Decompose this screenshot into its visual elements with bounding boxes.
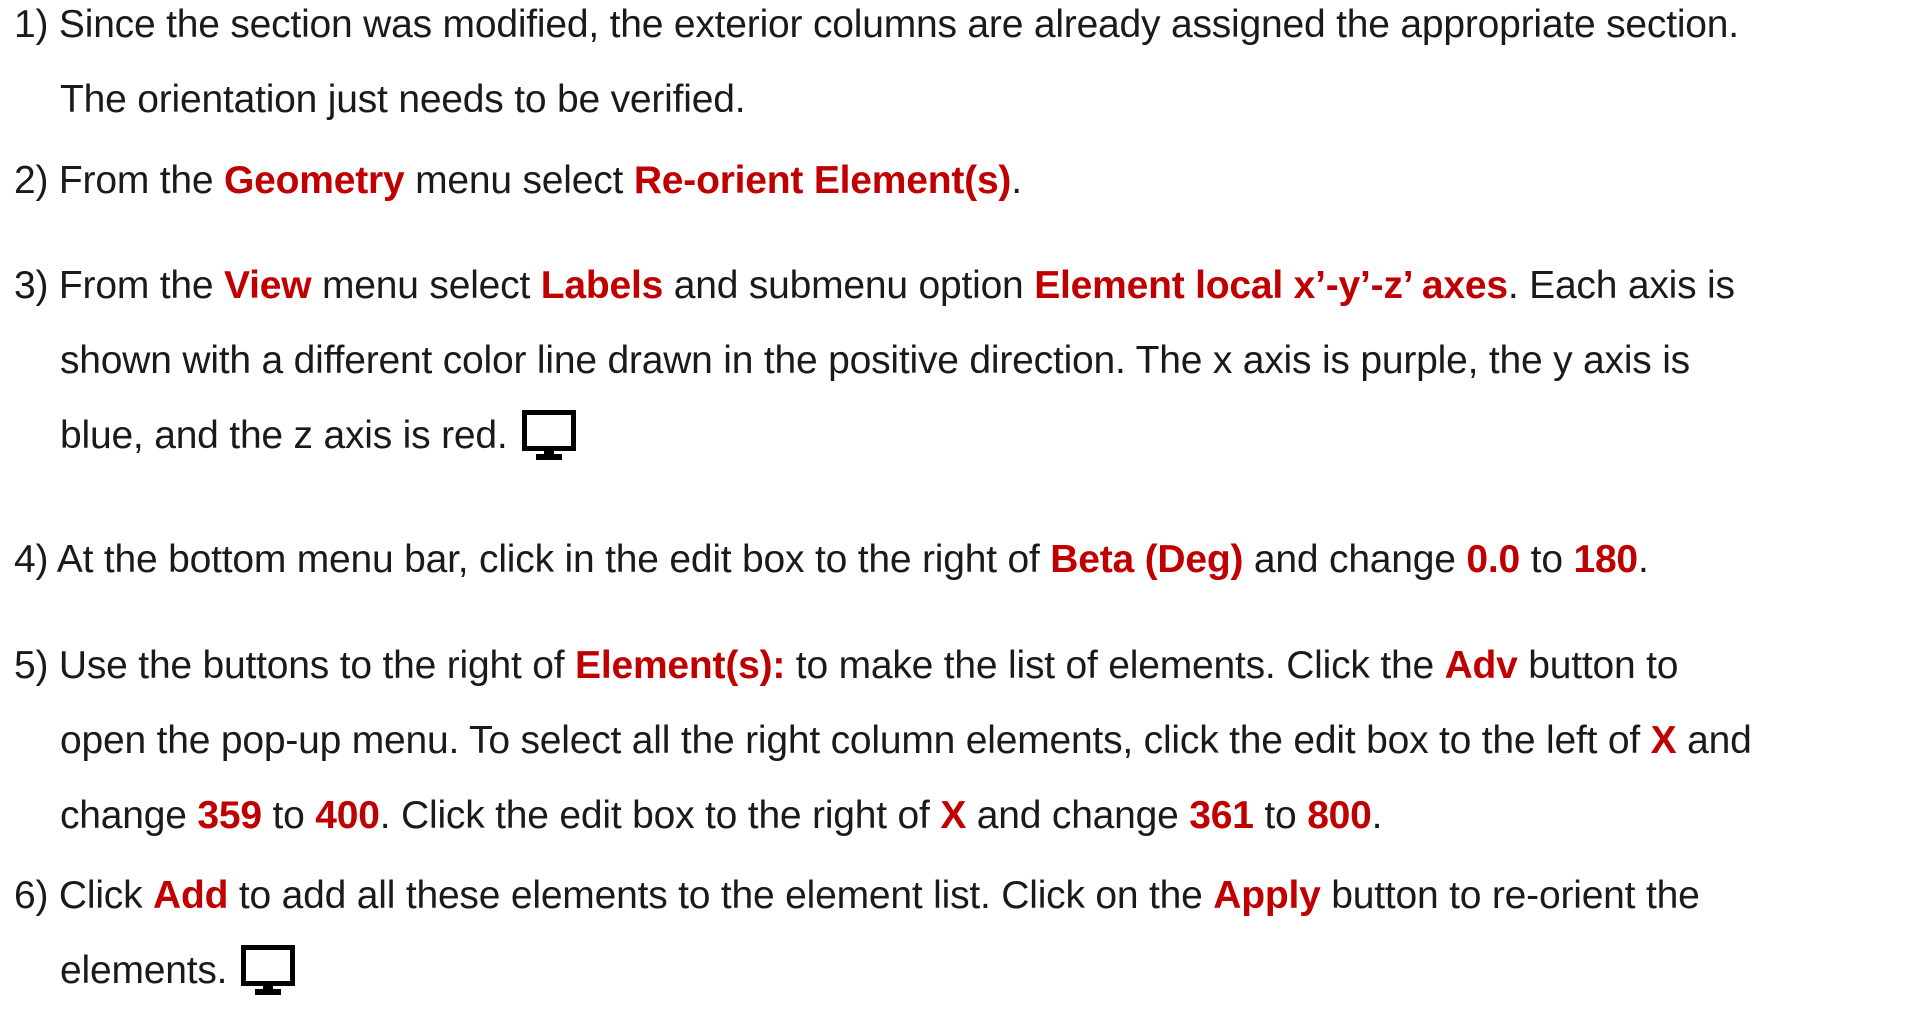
step-3: 3) From the View menu select Labels and … bbox=[14, 248, 1894, 473]
highlighted-term: 180 bbox=[1573, 538, 1638, 581]
step-text: change bbox=[60, 794, 198, 837]
highlighted-term: X bbox=[940, 794, 967, 837]
step-line: 6) Click Add to add all these elements t… bbox=[14, 858, 1894, 933]
step-text: and submenu option bbox=[663, 264, 1035, 307]
step-text: to bbox=[1520, 538, 1574, 581]
step-5: 5) Use the buttons to the right of Eleme… bbox=[14, 628, 1894, 853]
highlighted-term: X bbox=[1650, 719, 1677, 762]
step-text: The orientation just needs to be verifie… bbox=[60, 78, 746, 121]
step-text: elements. bbox=[60, 949, 228, 992]
highlighted-term: View bbox=[224, 264, 312, 307]
highlighted-term: Beta (Deg) bbox=[1050, 538, 1244, 581]
step-text: shown with a different color line drawn … bbox=[60, 339, 1690, 382]
highlighted-term: 400 bbox=[315, 794, 380, 837]
highlighted-term: 0.0 bbox=[1466, 538, 1521, 581]
highlighted-term: Apply bbox=[1213, 874, 1321, 917]
step-6: 6) Click Add to add all these elements t… bbox=[14, 858, 1894, 1008]
step-line: 1) Since the section was modified, the e… bbox=[14, 0, 1894, 62]
step-text: to bbox=[261, 794, 316, 837]
monitor-icon[interactable] bbox=[521, 410, 576, 462]
step-line: elements. bbox=[14, 933, 1894, 1008]
step-text: . bbox=[1011, 159, 1022, 202]
monitor-icon[interactable] bbox=[241, 945, 296, 997]
step-text: 1) Since the section was modified, the e… bbox=[14, 3, 1739, 46]
step-text: and bbox=[1676, 719, 1752, 762]
highlighted-term: 359 bbox=[197, 794, 262, 837]
step-text: . Each axis is bbox=[1507, 264, 1735, 307]
step-text: and change bbox=[1243, 538, 1467, 581]
highlighted-term: Geometry bbox=[224, 159, 405, 202]
step-text: blue, and the z axis is red. bbox=[60, 414, 508, 457]
step-line: 5) Use the buttons to the right of Eleme… bbox=[14, 628, 1894, 703]
step-line: change 359 to 400. Click the edit box to… bbox=[14, 778, 1894, 853]
highlighted-term: Element(s): bbox=[575, 644, 786, 687]
step-text: 6) Click bbox=[14, 874, 154, 917]
step-text: to make the list of elements. Click the bbox=[785, 644, 1445, 687]
step-text: open the pop-up menu. To select all the … bbox=[60, 719, 1651, 762]
step-text: to bbox=[1253, 794, 1308, 837]
step-text: 2) From the bbox=[14, 159, 224, 202]
step-1: 1) Since the section was modified, the e… bbox=[14, 0, 1894, 137]
step-text: 3) From the bbox=[14, 264, 224, 307]
step-line: The orientation just needs to be verifie… bbox=[14, 62, 1894, 137]
step-text: to add all these elements to the element… bbox=[228, 874, 1214, 917]
step-text: 4) At the bottom menu bar, click in the … bbox=[14, 538, 1051, 581]
step-text: . bbox=[1371, 794, 1383, 837]
highlighted-term: Add bbox=[153, 874, 229, 917]
step-line: shown with a different color line drawn … bbox=[14, 323, 1894, 398]
step-text: button to bbox=[1517, 644, 1679, 687]
step-text: and change bbox=[966, 794, 1190, 837]
highlighted-term: 800 bbox=[1307, 794, 1372, 837]
step-text: menu select bbox=[311, 264, 541, 307]
step-text: . bbox=[1637, 538, 1649, 581]
step-text: 5) Use the buttons to the right of bbox=[14, 644, 575, 687]
step-line: 3) From the View menu select Labels and … bbox=[14, 248, 1894, 323]
step-2: 2) From the Geometry menu select Re-orie… bbox=[14, 143, 1894, 218]
highlighted-term: Element local x’-y’-z’ axes bbox=[1034, 264, 1508, 307]
step-text: menu select bbox=[404, 159, 634, 202]
step-line: 2) From the Geometry menu select Re-orie… bbox=[14, 143, 1894, 218]
step-text: . Click the edit box to the right of bbox=[379, 794, 941, 837]
step-line: blue, and the z axis is red. bbox=[14, 398, 1894, 473]
step-text: button to re-orient the bbox=[1320, 874, 1700, 917]
highlighted-term: Adv bbox=[1444, 644, 1518, 687]
step-line: 4) At the bottom menu bar, click in the … bbox=[14, 522, 1894, 597]
highlighted-term: Labels bbox=[540, 264, 664, 307]
highlighted-term: 361 bbox=[1189, 794, 1254, 837]
highlighted-term: Re-orient Element(s) bbox=[633, 159, 1012, 202]
step-line: open the pop-up menu. To select all the … bbox=[14, 703, 1894, 778]
step-4: 4) At the bottom menu bar, click in the … bbox=[14, 522, 1894, 597]
